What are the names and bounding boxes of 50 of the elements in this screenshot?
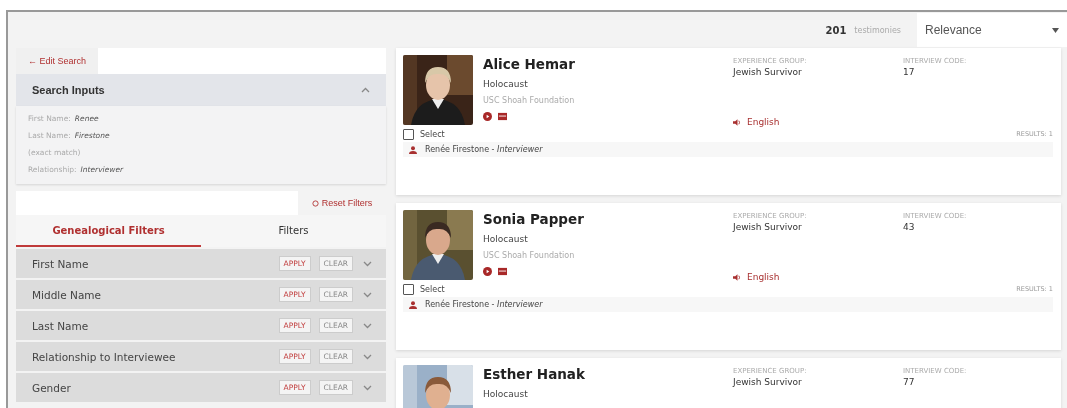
calendar-icon[interactable] [498,267,507,276]
chevron-icon[interactable] [363,260,372,267]
testimony-name[interactable]: Alice Hemar [483,56,733,72]
select-checkbox[interactable] [403,283,414,295]
interviewer-text: Renée Firestone - Interviewer [425,145,543,154]
chevron-icon[interactable] [363,384,372,391]
field-value: 77 [903,377,916,387]
result-count: 201 [825,24,847,36]
select-checkbox[interactable] [403,128,414,140]
testimony-name[interactable]: Sonia Papper [483,211,733,227]
field-value: Jewish Survivor [733,222,803,232]
organization-text: USC Shoah Foundation [483,251,576,260]
filter-label: Last Name [32,319,90,332]
collection-text: Holocaust [483,234,529,244]
result-count-label: testimonies [854,25,901,35]
chevron-icon[interactable] [363,353,372,360]
calendar-icon[interactable] [498,112,507,121]
edit-search-link[interactable]: ← Edit Search [16,48,99,74]
organization-text: USC Shoah Foundation [483,96,576,105]
filter-tab[interactable]: Genealogical Filters [16,215,201,247]
testimony-name[interactable]: Esther Hanak [483,366,733,382]
language-link[interactable]: English [733,117,780,127]
filter-tab[interactable]: Filters [201,215,386,247]
play-icon[interactable] [483,112,492,121]
language-link[interactable]: English [733,272,780,282]
filter-label: Middle Name [32,288,102,301]
play-icon[interactable] [483,267,492,276]
sort-dropdown[interactable]: Relevance [917,13,1067,47]
field-value: 17 [903,67,916,77]
section-title: Search Inputs [32,84,105,96]
field-value: Jewish Survivor [733,67,803,77]
collection-text: Holocaust [483,79,529,89]
circle-icon [311,199,319,207]
select-label: Select [420,284,445,294]
speaker-icon [733,117,742,127]
collection-text: Holocaust [483,389,529,399]
chevron-icon[interactable] [363,322,372,329]
chevron-icon[interactable] [363,291,372,298]
interviewer-text: Renée Firestone - Interviewer [425,300,543,309]
speaker-icon [733,272,742,282]
select-label: Select [420,129,445,139]
person-icon [409,145,417,154]
filter-label: First Name [32,257,90,270]
filter-label: Gender [32,381,72,394]
search-inputs-header[interactable]: Search Inputs [16,74,386,106]
filter-label: Relationship to Interviewee [32,350,177,363]
caret-icon [1052,27,1059,33]
field-value: 43 [903,222,916,232]
field-value: Jewish Survivor [733,377,803,387]
person-icon [409,300,417,309]
